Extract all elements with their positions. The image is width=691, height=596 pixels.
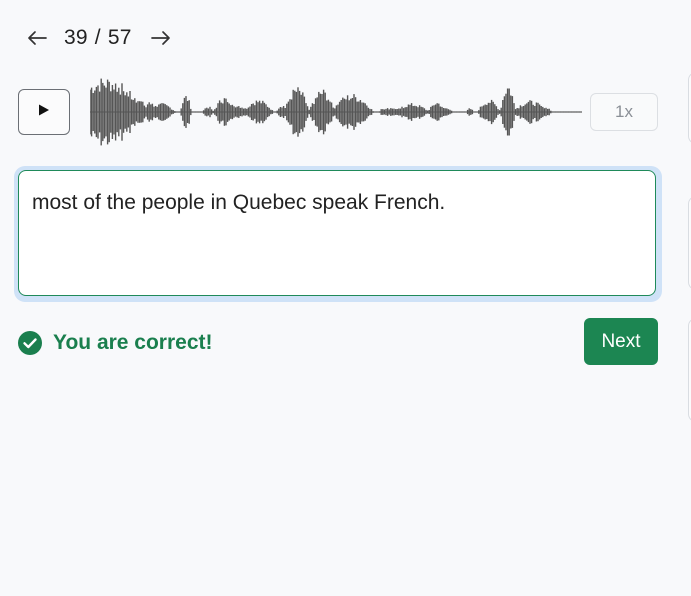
counter-separator: / [94,26,101,49]
page-counter: 39 / 57 [64,26,132,50]
answer-textarea[interactable]: most of the people in Quebec speak Frenc… [18,170,656,296]
answer-text: most of the people in Quebec speak Frenc… [32,191,446,214]
speed-label: 1x [615,102,633,121]
play-button[interactable] [18,89,70,135]
feedback-text: You are correct! [53,331,213,354]
current-index: 39 [64,26,88,49]
play-icon [38,103,50,121]
next-label: Next [601,330,641,352]
total-count: 57 [107,26,132,49]
audio-waveform[interactable] [90,72,582,152]
playback-speed-button[interactable]: 1x [590,93,658,131]
answer-focus-ring: most of the people in Quebec speak Frenc… [14,166,662,302]
dictation-exercise: 39 / 57 1x most of the people in Quebec … [0,0,691,596]
pagination: 39 / 57 [24,24,174,52]
arrow-right-icon[interactable] [148,25,174,51]
next-button[interactable]: Next [584,318,658,365]
feedback-message: You are correct! [17,330,213,356]
arrow-left-icon[interactable] [24,25,50,51]
check-circle-icon [18,331,42,355]
